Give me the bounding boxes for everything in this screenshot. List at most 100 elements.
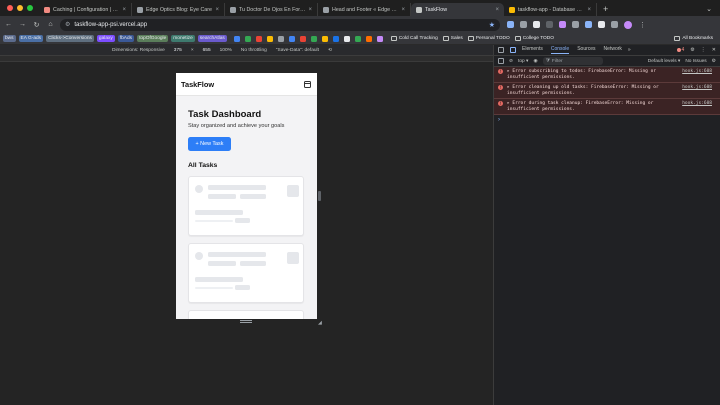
console-filter-input[interactable]: ⧩ Filter [542,57,603,65]
browser-tab[interactable]: Tu Doctor De Ojos En Fort Co × [225,3,318,16]
devtools-tab-console[interactable]: Console [550,46,570,54]
save-data-select[interactable]: "Save-Data": default [276,48,319,53]
extension-icon[interactable] [585,21,592,28]
sidebar-icon[interactable] [498,58,504,64]
site-info-icon[interactable]: ⚙ [65,21,70,28]
console-error-message[interactable]: ! hook.js:608 ▸ Error cleaning up old task… [494,83,720,99]
bookmark-item[interactable]: topOfGoogle [137,35,169,42]
address-bar[interactable]: ⚙ taskflow-app-psi.vercel.app ★ [60,18,500,31]
bookmark-folder[interactable]: Personal TODO [467,36,510,41]
bookmark-favicon-icon[interactable] [288,35,295,42]
all-bookmarks-button[interactable]: All Bookmarks [674,36,717,41]
maximize-window-button[interactable] [27,5,33,11]
console-error-message[interactable]: ! hook.js:608 ▸ Error during task cleanup:… [494,99,720,115]
extension-icon[interactable] [611,21,618,28]
tab-search-icon[interactable]: ⌄ [706,5,720,16]
new-tab-button[interactable]: + [597,4,614,16]
bookmark-favicon-icon[interactable] [343,35,350,42]
close-tab-icon[interactable]: × [587,7,591,13]
source-link[interactable]: hook.js:608 [682,85,712,91]
devtools-tab-elements[interactable]: Elements [522,46,543,54]
bookmark-star-icon[interactable]: ★ [489,21,495,29]
extension-icon[interactable] [546,21,553,28]
inspect-icon[interactable] [498,47,504,53]
close-devtools-icon[interactable]: ✕ [712,47,716,53]
bookmark-favicon-icon[interactable] [321,35,328,42]
bookmark-favicon-icon[interactable] [354,35,361,42]
reload-button[interactable]: ↻ [32,21,41,29]
devtools-tab-sources[interactable]: Sources [577,46,595,54]
profile-avatar[interactable] [624,20,632,29]
bookmark-favicon-icon[interactable] [255,35,262,42]
resize-handle-right[interactable] [318,191,321,201]
bookmark-item[interactable]: Clicks->Conversions [46,35,94,42]
close-tab-icon[interactable]: × [308,7,312,13]
back-button[interactable]: ← [4,21,13,28]
bookmark-folder[interactable]: College TODO [514,36,554,41]
sidebar-toggle-icon[interactable] [304,80,311,88]
settings-gear-icon[interactable]: ⚙ [690,47,694,53]
browser-tab[interactable]: Caching | Configuration | ect × [39,3,132,16]
bookmark-item[interactable]: fbAds [117,35,135,42]
devtools-tab-network[interactable]: Network [604,46,622,54]
bookmark-favicon-icon[interactable] [299,35,306,42]
bookmark-favicon-icon[interactable] [310,35,317,42]
bookmark-item[interactable]: monetize [171,35,195,42]
throttling-select[interactable]: No throttling [241,48,267,53]
devtools-menu-icon[interactable]: ⋮ [701,47,706,53]
eye-icon[interactable]: ◉ [533,59,537,64]
rotate-icon[interactable]: ⟲ [328,48,332,53]
source-link[interactable]: hook.js:608 [682,101,712,107]
resize-handle-corner[interactable]: ◢ [318,320,322,326]
console-prompt[interactable]: › [494,115,720,125]
bookmark-item[interactable]: bws [3,35,16,42]
browser-tab[interactable]: TaskFlow × [411,3,504,16]
context-select[interactable]: top ▾ [518,59,528,64]
resize-handle-bottom[interactable] [240,320,252,323]
clear-console-icon[interactable]: ⊘ [509,59,513,64]
extension-icon[interactable] [520,21,527,28]
log-levels-select[interactable]: Default levels ▾ [648,59,681,64]
browser-tab[interactable]: Head and Footer « Edge Optic × [318,3,411,16]
minimize-window-button[interactable] [17,5,23,11]
forward-button[interactable]: → [18,21,27,28]
height-input[interactable]: 655 [203,48,211,53]
dimensions-select[interactable]: Dimensions: Responsive [112,48,165,53]
close-tab-icon[interactable]: × [401,7,405,13]
bookmark-item[interactable]: searchAtlas [197,35,227,42]
bookmark-favicon-icon[interactable] [376,35,383,42]
bookmark-item[interactable]: galaxy [96,35,115,42]
bookmark-favicon-icon[interactable] [332,35,339,42]
console-settings-icon[interactable]: ⚙ [712,59,716,64]
close-tab-icon[interactable]: × [215,7,219,13]
source-link[interactable]: hook.js:608 [682,69,712,75]
bookmark-favicon-icon[interactable] [277,35,284,42]
device-toggle-icon[interactable] [510,47,516,53]
bookmark-favicon-icon[interactable] [365,35,372,42]
extension-icon[interactable] [598,21,605,28]
bookmark-folder[interactable]: Cold Call Tracking [390,36,438,41]
extension-icon[interactable] [559,21,566,28]
home-icon[interactable]: ⌂ [46,21,55,28]
console-error-message[interactable]: ! hook.js:608 ▸ Error subscribing to todos… [494,67,720,83]
bookmark-favicon-icon[interactable] [244,35,251,42]
extension-icon[interactable] [507,21,514,28]
close-window-button[interactable] [7,5,13,11]
app-brand[interactable]: TaskFlow [181,80,214,89]
more-tabs-button[interactable]: » [628,47,631,53]
menu-icon[interactable]: ⋮ [638,21,647,29]
browser-tab[interactable]: Edge Optics Blog: Eye Care × [132,3,225,16]
new-task-button[interactable]: + New Task [188,137,231,151]
bookmark-favicon-icon[interactable] [233,35,240,42]
bookmark-favicon-icon[interactable] [266,35,273,42]
width-input[interactable]: 375 [174,48,182,53]
browser-tab[interactable]: taskflow-app - Database – Fi × [504,3,597,16]
zoom-select[interactable]: 100% [220,48,232,53]
bookmark-item[interactable]: EA G-ads [18,35,44,42]
issues-button[interactable]: No Issues [685,59,706,64]
error-count-badge[interactable]: 4 [676,47,684,53]
bookmark-folder[interactable]: Sales [442,36,463,41]
close-tab-icon[interactable]: × [122,7,126,13]
close-tab-icon[interactable]: × [495,7,499,13]
extension-icon[interactable] [533,21,540,28]
